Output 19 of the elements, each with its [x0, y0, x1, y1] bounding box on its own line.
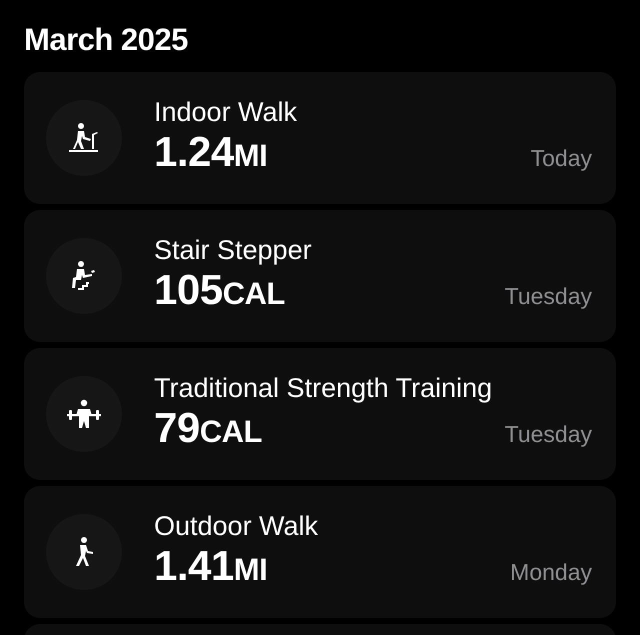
workout-metric: 79CAL: [154, 404, 262, 453]
workout-day: Tuesday: [504, 283, 592, 310]
weightlifter-icon: [65, 397, 103, 431]
workout-name: Stair Stepper: [154, 234, 313, 266]
workout-name: Traditional Strength Training: [154, 372, 494, 404]
workout-day: Today: [530, 145, 592, 172]
workout-metric: 105CAL: [154, 266, 285, 315]
treadmill-walker-icon: [67, 121, 101, 155]
workout-card[interactable]: Indoor Walk 1.24MI Today: [24, 72, 616, 204]
workout-day: Monday: [510, 559, 592, 586]
month-heading: March 2025: [23, 21, 189, 52]
workout-metric: 1.24MI: [154, 128, 268, 177]
workout-card[interactable]: Outdoor Walk 1.41MI Monday: [24, 486, 616, 618]
workout-name: Outdoor Walk: [154, 510, 320, 542]
workout-name: Indoor Walk: [154, 96, 298, 128]
workout-card[interactable]: Traditional Strength Training 79CAL Tuesday: [24, 348, 616, 480]
workout-metric: 1.41MI: [154, 542, 268, 591]
workout-card[interactable]: Stair Stepper 105CAL Tuesday: [24, 210, 616, 342]
workout-day: Tuesday: [504, 421, 592, 448]
